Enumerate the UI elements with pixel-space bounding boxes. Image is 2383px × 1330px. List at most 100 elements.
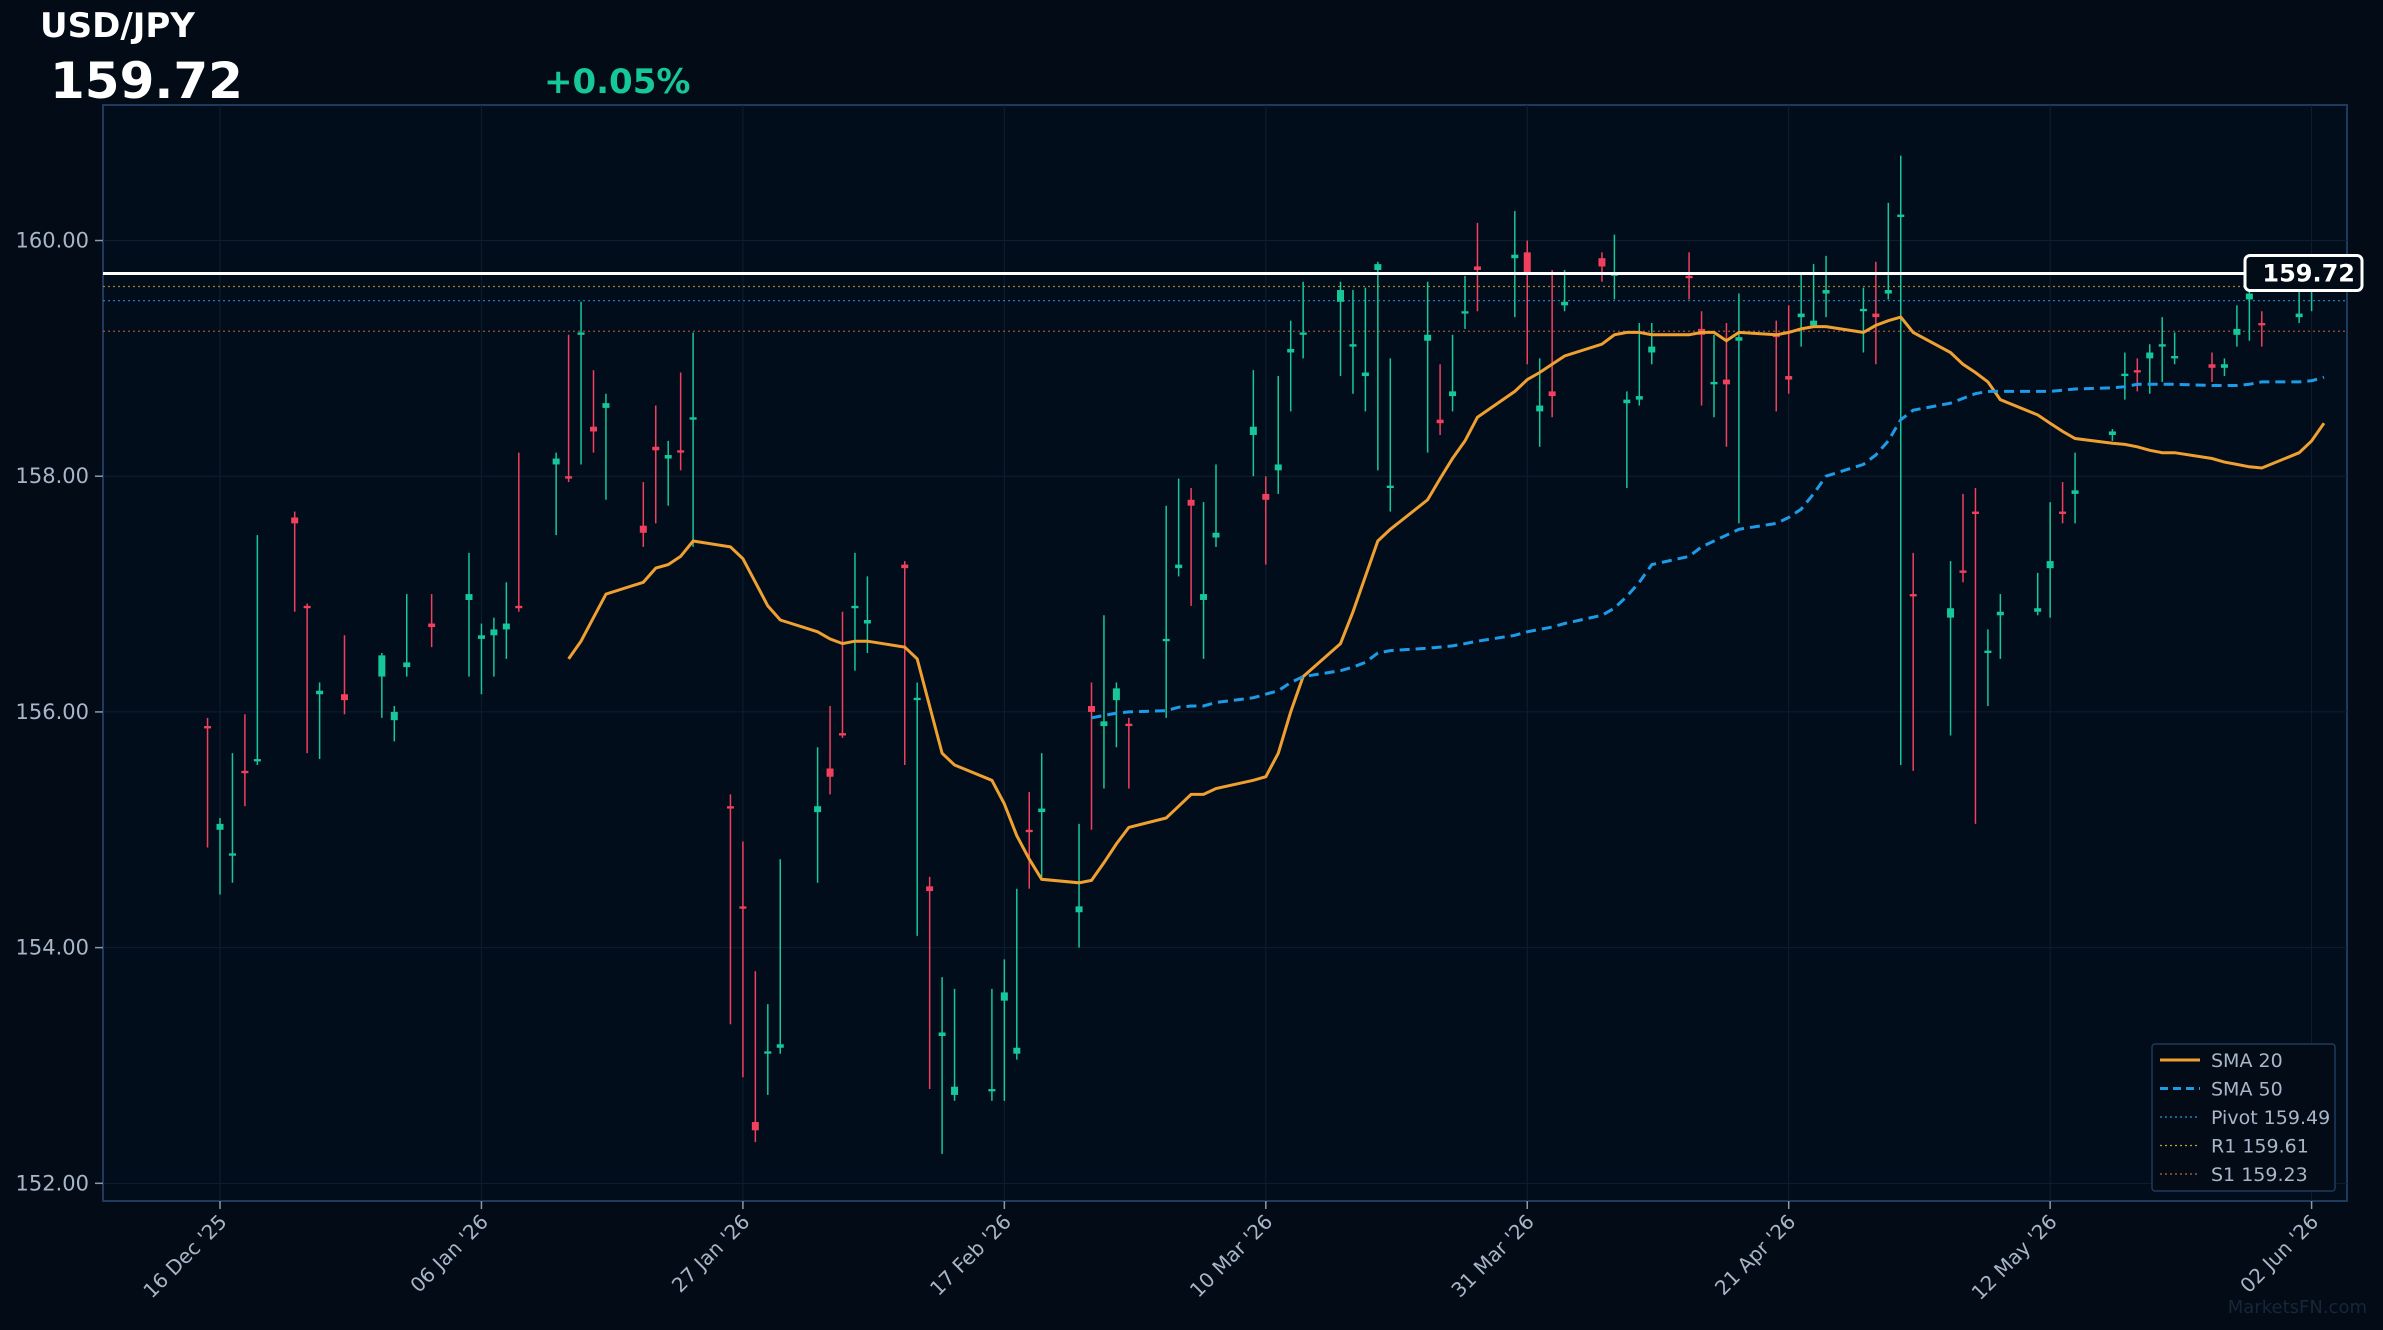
candle-body: [1162, 638, 1170, 642]
candle-body: [938, 1032, 946, 1037]
candle-body: [2046, 561, 2054, 569]
candle-body: [639, 525, 647, 533]
candle-body: [477, 635, 485, 639]
candle-body: [465, 594, 473, 600]
candle-body: [1822, 290, 1830, 294]
candle-body: [1648, 346, 1656, 353]
candle-body: [1859, 308, 1867, 312]
candle-body: [403, 662, 411, 668]
candle-body: [1685, 275, 1693, 279]
candle-body: [1175, 564, 1183, 569]
candle-body: [2034, 608, 2042, 612]
candle-body: [863, 620, 871, 624]
candle-body: [1810, 320, 1818, 326]
candle-body: [2258, 323, 2266, 326]
candle-body: [1424, 334, 1432, 341]
candle-body: [988, 1089, 996, 1092]
candle-body: [2171, 356, 2179, 359]
candle-body: [515, 605, 523, 609]
candle-body: [204, 726, 212, 729]
plot-area: [102, 104, 2348, 1202]
candle-body: [2233, 328, 2241, 335]
candle-body: [751, 1122, 759, 1131]
price-chart[interactable]: 159.72 152.00 154.00 156.00 158.00 160.00 16 …: [0, 0, 2383, 1330]
candle-body: [726, 806, 734, 809]
candle-body: [316, 690, 324, 695]
x-tick-label: 02 Jun '26: [2235, 1210, 2323, 1298]
candle-body: [1287, 348, 1295, 353]
candle-body: [2071, 490, 2079, 494]
candle-body: [1337, 290, 1344, 302]
candle-body: [1038, 808, 1046, 813]
candle-body: [1598, 258, 1606, 267]
candle-body: [253, 759, 261, 762]
candle-body: [913, 697, 921, 701]
y-tick-label: 158.00: [16, 464, 89, 488]
x-tick-label: 06 Jan '26: [405, 1210, 493, 1298]
candle-body: [341, 694, 348, 701]
y-tick-label: 160.00: [16, 229, 89, 253]
last-price-label: 159.72: [2262, 260, 2355, 288]
x-tick-label: 17 Feb '26: [925, 1210, 1016, 1301]
candle-body: [1735, 337, 1743, 341]
x-tick-label: 16 Dec '25: [138, 1210, 231, 1303]
candle-body: [1635, 396, 1643, 400]
candle-body: [1088, 706, 1095, 712]
candle-body: [303, 605, 311, 609]
candle-body: [814, 806, 822, 813]
candle-body: [664, 455, 672, 459]
candle-body: [1112, 688, 1120, 701]
y-tick-label: 156.00: [16, 700, 89, 724]
candle-body: [490, 629, 498, 636]
candle-body: [1797, 313, 1805, 318]
candle-body: [1473, 266, 1481, 270]
candle-body: [677, 450, 685, 453]
y-tick-label: 152.00: [16, 1171, 89, 1195]
x-tick-label: 31 Mar '26: [1446, 1210, 1539, 1303]
candle-body: [764, 1051, 772, 1054]
candle-body: [1349, 344, 1357, 347]
candle-body: [926, 886, 934, 892]
candle-body: [1386, 485, 1394, 489]
candle-body: [1025, 829, 1033, 833]
candle-body: [1511, 254, 1519, 259]
candle-body: [1361, 372, 1369, 377]
candle-body: [1125, 723, 1133, 727]
candle-body: [1523, 252, 1531, 274]
candle-body: [2220, 364, 2228, 368]
candle-body: [1909, 594, 1917, 597]
candle-body: [1212, 532, 1220, 538]
candle-body: [590, 426, 597, 432]
candle-body: [241, 770, 249, 774]
legend-label: Pivot 159.49: [2211, 1107, 2330, 1129]
candle-body: [216, 823, 224, 830]
x-tick-label: 12 May '26: [1967, 1210, 2062, 1305]
candle-body: [1536, 405, 1544, 412]
candle-body: [502, 623, 510, 630]
legend-label: SMA 50: [2211, 1079, 2283, 1101]
y-tick-label: 154.00: [16, 936, 89, 960]
candle-body: [1461, 311, 1469, 314]
legend-label: S1 159.23: [2211, 1164, 2308, 1186]
candle-body: [776, 1044, 784, 1048]
x-tick-label: 10 Mar '26: [1185, 1210, 1278, 1303]
legend-label: R1 159.61: [2211, 1136, 2309, 1158]
candle-body: [1884, 290, 1892, 294]
candle-body: [2133, 370, 2141, 373]
candle-body: [2146, 352, 2154, 359]
candle-body: [1722, 379, 1730, 385]
candle-body: [1100, 721, 1108, 727]
candle-body: [1299, 332, 1307, 335]
candle-body: [1200, 594, 1208, 600]
candle-body: [1561, 301, 1569, 306]
candle-body: [2295, 313, 2303, 318]
candle-body: [1000, 992, 1008, 1001]
candle-body: [1947, 608, 1955, 618]
candle-body: [2108, 431, 2116, 435]
candle-body: [1262, 493, 1270, 500]
candle-body: [839, 733, 846, 736]
candle-body: [565, 476, 573, 479]
candle-body: [1548, 391, 1556, 397]
candle-body: [652, 446, 660, 451]
candle-body: [552, 458, 560, 465]
